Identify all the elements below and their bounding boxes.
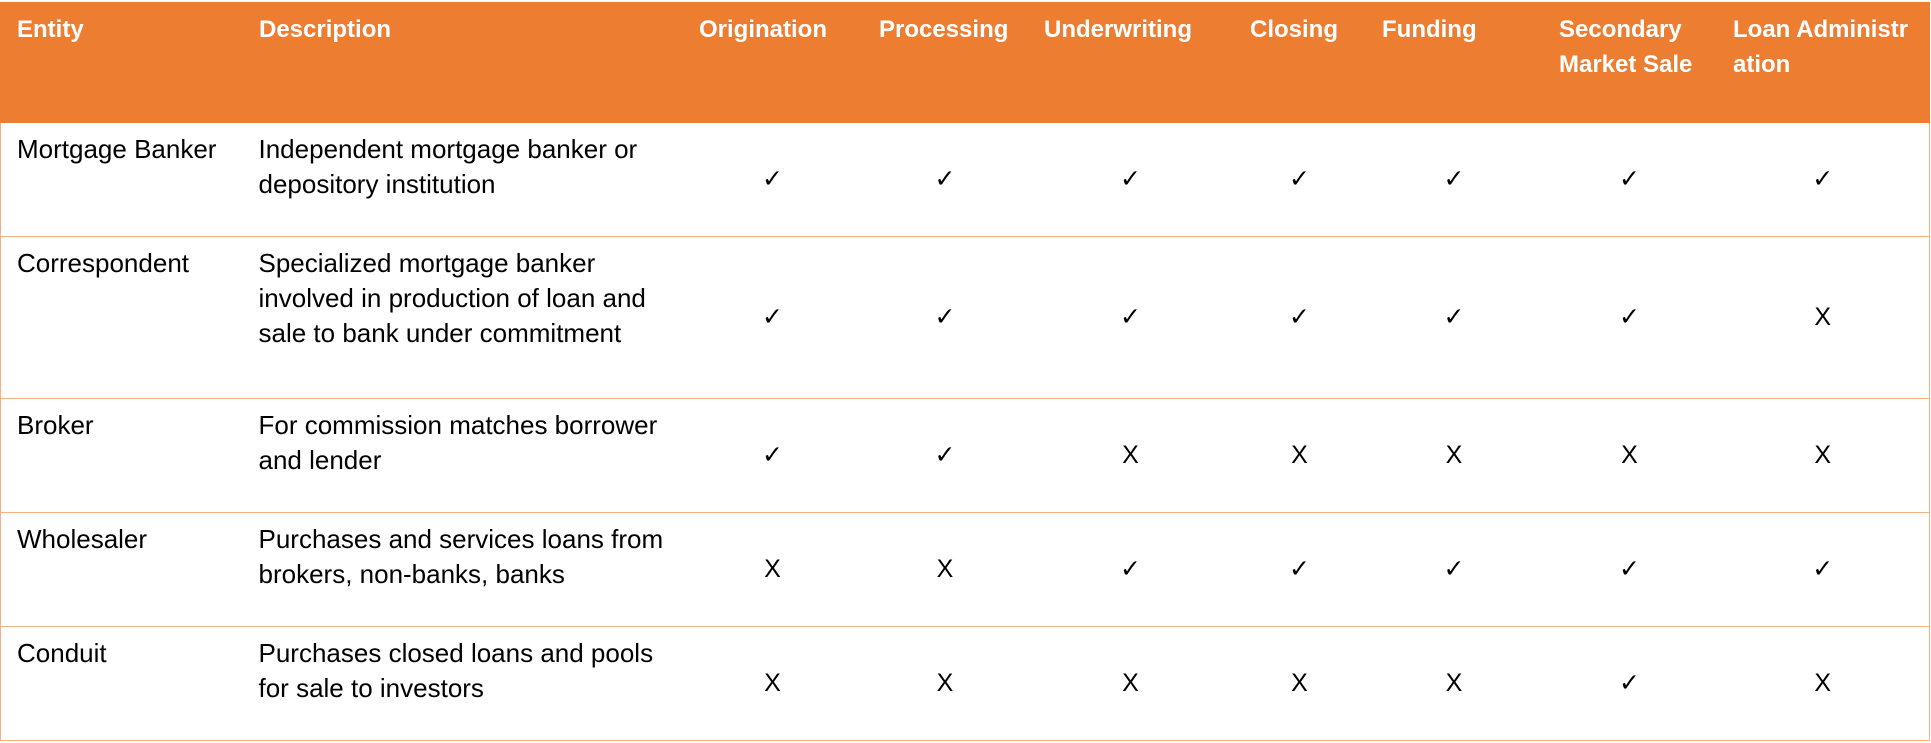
closing-mark: X <box>1233 626 1366 741</box>
header-entity: Entity <box>0 2 243 123</box>
entity-cell: Correspondent <box>0 236 243 399</box>
secondary-market-sale-mark: X <box>1542 398 1717 513</box>
origination-mark: X <box>682 512 863 627</box>
description-cell: Specialized mortgage banker involved in … <box>242 236 683 399</box>
underwriting-mark: ✓ <box>1027 122 1234 237</box>
processing-mark: X <box>862 626 1028 741</box>
description-cell: Purchases and services loans from broker… <box>242 512 683 627</box>
secondary-market-sale-mark: ✓ <box>1542 236 1717 399</box>
loan-administration-mark: X <box>1716 626 1930 741</box>
loan-administration-mark: ✓ <box>1716 122 1930 237</box>
origination-mark: ✓ <box>682 398 863 513</box>
header-loan-administration: Loan Administration <box>1716 2 1930 123</box>
origination-mark: X <box>682 626 863 741</box>
closing-mark: ✓ <box>1233 122 1366 237</box>
funding-mark: ✓ <box>1365 512 1543 627</box>
processing-mark: ✓ <box>862 398 1028 513</box>
header-closing: Closing <box>1233 2 1366 123</box>
underwriting-mark: X <box>1027 626 1234 741</box>
header-funding: Funding <box>1365 2 1543 123</box>
entity-cell: Wholesaler <box>0 512 243 627</box>
entity-cell: Broker <box>0 398 243 513</box>
underwriting-mark: ✓ <box>1027 512 1234 627</box>
table-row: Correspondent Specialized mortgage banke… <box>0 236 1930 399</box>
secondary-market-sale-mark: ✓ <box>1542 122 1717 237</box>
origination-mark: ✓ <box>682 122 863 237</box>
closing-mark: ✓ <box>1233 512 1366 627</box>
entity-cell: Mortgage Banker <box>0 122 243 237</box>
header-processing: Processing <box>862 2 1028 123</box>
header-secondary-market-sale: Secondary Market Sale <box>1542 2 1717 123</box>
secondary-market-sale-mark: ✓ <box>1542 512 1717 627</box>
funding-mark: ✓ <box>1365 122 1543 237</box>
processing-mark: ✓ <box>862 122 1028 237</box>
description-cell: Independent mortgage banker or depositor… <box>242 122 683 237</box>
underwriting-mark: X <box>1027 398 1234 513</box>
funding-mark: X <box>1365 398 1543 513</box>
loan-administration-mark: X <box>1716 398 1930 513</box>
processing-mark: X <box>862 512 1028 627</box>
header-description: Description <box>242 2 683 123</box>
loan-administration-mark: ✓ <box>1716 512 1930 627</box>
origination-mark: ✓ <box>682 236 863 399</box>
closing-mark: X <box>1233 398 1366 513</box>
table-row: Broker For commission matches borrower a… <box>0 398 1930 513</box>
table-row: Mortgage Banker Independent mortgage ban… <box>0 122 1930 237</box>
table-row: Wholesaler Purchases and services loans … <box>0 512 1930 627</box>
table-row: Conduit Purchases closed loans and pools… <box>0 626 1930 741</box>
header-origination: Origination <box>682 2 863 123</box>
description-cell: For commission matches borrower and lend… <box>242 398 683 513</box>
loan-entity-table: Entity Description Origination Processin… <box>0 2 1930 741</box>
description-cell: Purchases closed loans and pools for sal… <box>242 626 683 741</box>
entity-cell: Conduit <box>0 626 243 741</box>
loan-administration-mark: X <box>1716 236 1930 399</box>
header-row: Entity Description Origination Processin… <box>0 2 1930 123</box>
funding-mark: ✓ <box>1365 236 1543 399</box>
header-underwriting: Underwriting <box>1027 2 1234 123</box>
processing-mark: ✓ <box>862 236 1028 399</box>
closing-mark: ✓ <box>1233 236 1366 399</box>
secondary-market-sale-mark: ✓ <box>1542 626 1717 741</box>
underwriting-mark: ✓ <box>1027 236 1234 399</box>
funding-mark: X <box>1365 626 1543 741</box>
